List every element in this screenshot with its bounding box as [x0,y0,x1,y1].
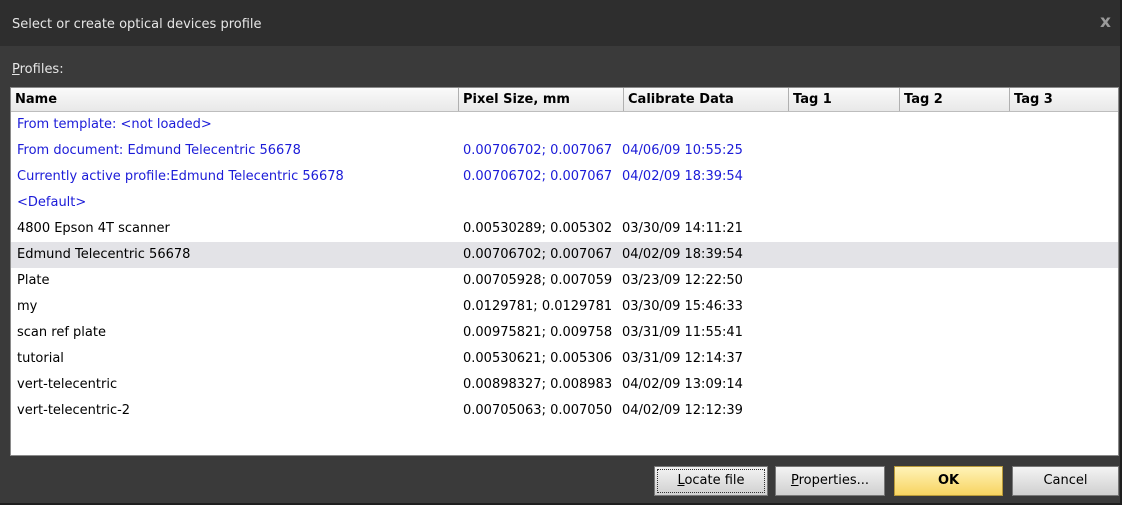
cell-calibrate-data: 04/02/09 18:39:54 [622,247,743,262]
cell-calibrate-data: 03/30/09 15:46:33 [622,299,743,314]
cell-name: From document: Edmund Telecentric 56678 [17,143,301,158]
table-row[interactable]: Currently active profile:Edmund Telecent… [11,164,1118,190]
cell-pixel-size: 0.00706702; 0.007067 [463,143,613,158]
locate-file-label: ocate file [684,473,745,488]
cell-calibrate-data: 03/31/09 11:55:41 [622,325,743,340]
table-row[interactable]: <Default> [11,190,1118,216]
column-header-tag1[interactable]: Tag 1 [789,88,900,111]
locate-file-button[interactable]: Locate file [654,466,768,496]
cell-name: Currently active profile:Edmund Telecent… [17,169,344,184]
profiles-label: Profiles: [12,62,64,77]
cell-pixel-size [463,112,622,138]
cell-name: Edmund Telecentric 56678 [17,247,191,262]
cell-pixel-size: 0.0129781; 0.0129781 [463,299,613,314]
cell-name: vert-telecentric [17,377,118,392]
cell-pixel-size: 0.00530621; 0.005306 [463,351,613,366]
cell-calibrate-data: 03/30/09 14:11:21 [622,221,743,236]
properties-label: roperties... [798,473,870,488]
list-rows: From template: <not loaded> From document… [11,112,1118,424]
title-bar: Select or create optical devices profile… [0,0,1120,46]
table-row[interactable]: vert-telecentric 0.00898327; 0.008983 04/0… [11,372,1118,398]
cell-pixel-size: 0.00705928; 0.007059 [463,273,613,288]
cell-name: my [17,299,38,314]
cell-name: vert-telecentric-2 [17,403,131,418]
cell-pixel-size: 0.00530289; 0.005302 [463,221,613,236]
cell-calibrate-data: 04/02/09 18:39:54 [622,169,743,184]
cell-calibrate-data: 04/02/09 12:12:39 [622,403,743,418]
cell-pixel-size: 0.00975821; 0.009758 [463,325,613,340]
cell-pixel-size [463,190,622,216]
cell-calibrate-data [622,190,787,216]
profiles-label-rest: rofiles: [19,62,64,77]
column-header-tag3[interactable]: Tag 3 [1010,88,1118,111]
column-header-tag2[interactable]: Tag 2 [900,88,1010,111]
cell-calibrate-data: 04/06/09 10:55:25 [622,143,743,158]
cell-pixel-size: 0.00705063; 0.007050 [463,403,613,418]
table-row[interactable]: Edmund Telecentric 56678 0.00706702; 0.00… [11,242,1118,268]
cell-pixel-size: 0.00706702; 0.007067 [463,169,613,184]
column-header-pixel-size[interactable]: Pixel Size, mm [459,88,624,111]
cell-name: <Default> [17,195,87,210]
cell-name: tutorial [17,351,64,366]
properties-accel: P [790,473,799,488]
cancel-button[interactable]: Cancel [1012,466,1119,496]
cell-calibrate-data: 04/02/09 13:09:14 [622,377,743,392]
table-row[interactable]: From document: Edmund Telecentric 56678 0… [11,138,1118,164]
cell-calibrate-data: 03/23/09 12:22:50 [622,273,743,288]
close-icon[interactable]: x [1100,12,1111,32]
profiles-list[interactable]: Name Pixel Size, mm Calibrate Data Tag 1… [10,87,1119,456]
table-row[interactable]: scan ref plate 0.00975821; 0.009758 03/31/… [11,320,1118,346]
cell-pixel-size: 0.00706702; 0.007067 [463,247,613,262]
cell-name: Plate [17,273,50,288]
table-row[interactable]: tutorial 0.00530621; 0.005306 03/31/09 12:… [11,346,1118,372]
cell-pixel-size: 0.00898327; 0.008983 [463,377,613,392]
profiles-label-accel: P [12,62,20,77]
column-header-name[interactable]: Name [11,88,459,111]
cell-name: 4800 Epson 4T scanner [17,221,170,236]
cell-name: scan ref plate [17,325,106,340]
cell-calibrate-data [622,112,787,138]
profile-dialog: Select or create optical devices profile… [0,0,1122,505]
table-row[interactable]: vert-telecentric-2 0.00705063; 0.007050 04… [11,398,1118,424]
table-row[interactable]: From template: <not loaded> [11,112,1118,138]
table-row[interactable]: my 0.0129781; 0.0129781 03/30/09 15:46:33 [11,294,1118,320]
dialog-title: Select or create optical devices profile [12,17,262,32]
properties-button[interactable]: Properties... [775,466,885,496]
cell-name: From template: <not loaded> [17,117,212,132]
cell-calibrate-data: 03/31/09 12:14:37 [622,351,743,366]
table-row[interactable]: 4800 Epson 4T scanner 0.00530289; 0.00530… [11,216,1118,242]
list-header: Name Pixel Size, mm Calibrate Data Tag 1… [11,88,1118,112]
ok-button[interactable]: OK [894,466,1003,496]
table-row[interactable]: Plate 0.00705928; 0.007059 03/23/09 12:22:… [11,268,1118,294]
column-header-calibrate-data[interactable]: Calibrate Data [624,88,789,111]
